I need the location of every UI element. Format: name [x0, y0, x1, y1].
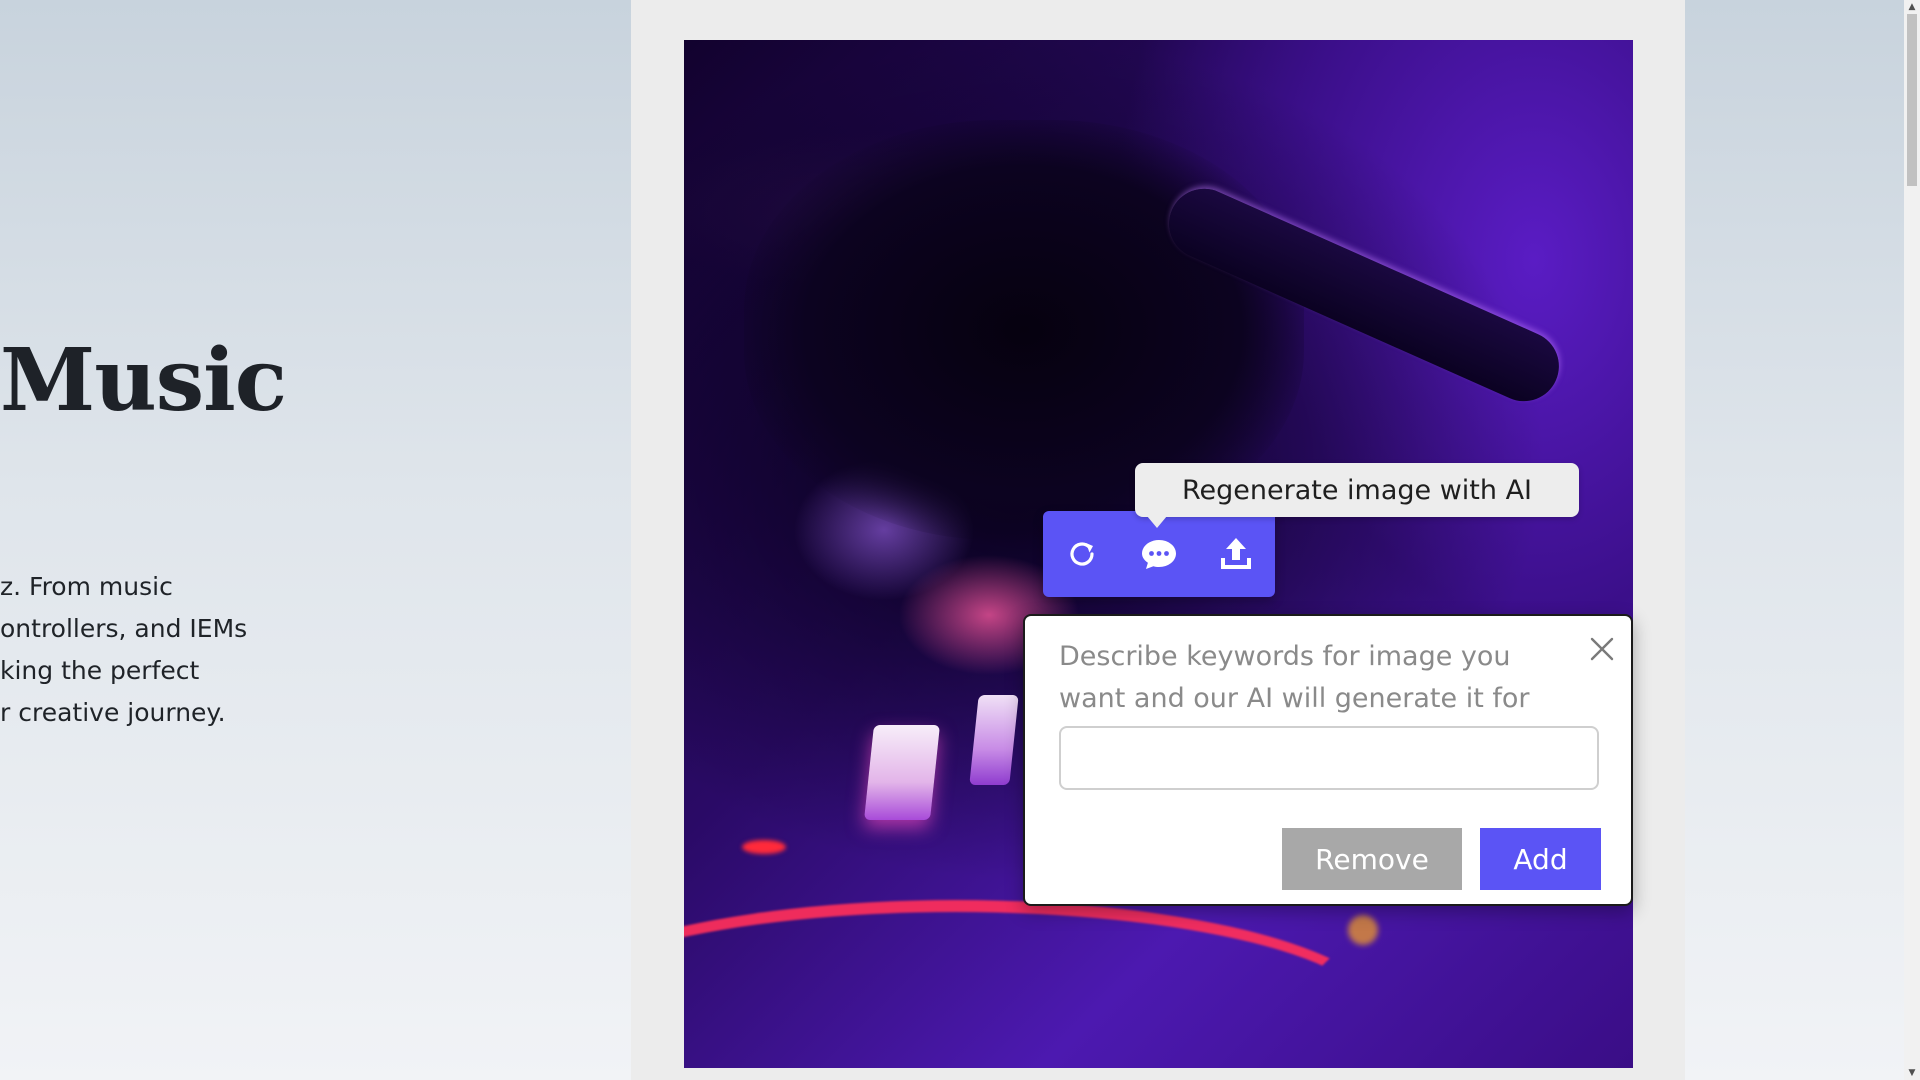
- page-scrollbar[interactable]: ▲ ▼: [1904, 0, 1920, 1080]
- hero-title: Music: [0, 330, 287, 431]
- upload-button[interactable]: [1210, 528, 1262, 580]
- regenerate-tooltip: Regenerate image with AI: [1135, 463, 1579, 517]
- hero-description-line: r creative journey.: [0, 698, 226, 727]
- regenerate-button[interactable]: [1056, 528, 1108, 580]
- ai-chat-button[interactable]: [1133, 528, 1185, 580]
- close-icon: [1590, 637, 1614, 661]
- add-button[interactable]: Add: [1480, 828, 1601, 890]
- chat-bubble-icon: [1141, 540, 1176, 569]
- hero-description-line: king the perfect: [0, 656, 200, 685]
- ai-keywords-input[interactable]: [1059, 726, 1599, 790]
- image-platter-ring: [684, 900, 1388, 1068]
- tooltip-arrow: [1147, 516, 1167, 528]
- image-fader-knob: [864, 725, 940, 820]
- refresh-icon: [1070, 542, 1094, 566]
- hero-description-line: ontrollers, and IEMs: [0, 614, 248, 643]
- hero-description: z. From music ontrollers, and IEMs king …: [0, 566, 248, 734]
- scroll-up-icon[interactable]: ▲: [1904, 0, 1920, 14]
- close-button[interactable]: [1585, 632, 1619, 666]
- scroll-down-icon[interactable]: ▼: [1904, 1066, 1920, 1080]
- ai-generate-dialog: Describe keywords for image you want and…: [1023, 614, 1633, 906]
- hero-description-line: z. From music: [0, 572, 173, 601]
- image-fader-knob: [969, 695, 1019, 785]
- right-background: [1685, 0, 1904, 1080]
- image-red-light: [742, 840, 786, 854]
- remove-button[interactable]: Remove: [1282, 828, 1462, 890]
- upload-icon: [1221, 538, 1252, 569]
- hero-section: Music z. From music ontrollers, and IEMs…: [0, 0, 631, 1080]
- scroll-thumb[interactable]: [1907, 14, 1917, 186]
- image-orange-light: [1348, 915, 1378, 945]
